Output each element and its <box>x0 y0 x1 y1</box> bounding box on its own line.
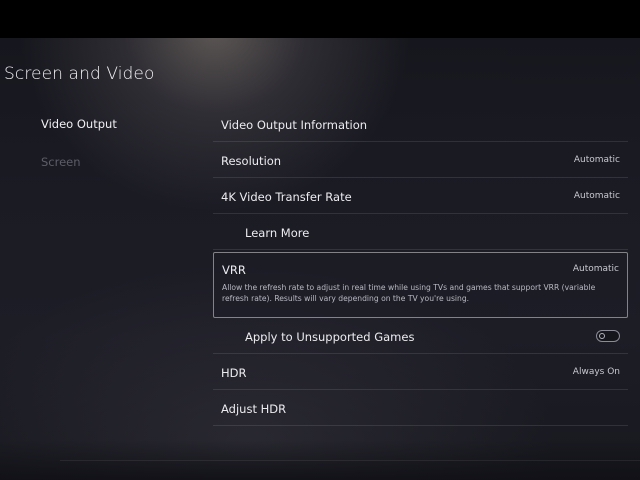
bottom-divider <box>60 460 640 461</box>
apply-unsupported-games-label: Apply to Unsupported Games <box>245 330 415 344</box>
sidebar: Video Output Screen <box>41 116 191 192</box>
apply-unsupported-games-row[interactable]: Apply to Unsupported Games <box>213 318 628 354</box>
resolution-row[interactable]: Resolution Automatic <box>213 142 628 178</box>
sidebar-item-screen[interactable]: Screen <box>41 154 191 192</box>
toggle-switch-icon[interactable] <box>596 330 620 342</box>
adjust-hdr-label: Adjust HDR <box>221 402 287 416</box>
vrr-description: Allow the refresh rate to adjust in real… <box>222 283 596 303</box>
vrr-value: Automatic <box>572 264 619 274</box>
vrr-label: VRR <box>222 263 246 277</box>
resolution-label: Resolution <box>221 154 282 168</box>
adjust-hdr-row[interactable]: Adjust HDR <box>213 390 628 426</box>
transfer-rate-label: 4K Video Transfer Rate <box>221 190 352 204</box>
hdr-row[interactable]: HDR Always On <box>213 354 628 390</box>
video-output-information-row[interactable]: Video Output Information <box>213 106 628 142</box>
vrr-row[interactable]: VRR Automatic Allow the refresh rate to … <box>213 252 628 318</box>
resolution-value: Automatic <box>573 155 620 165</box>
toggle-knob <box>599 333 605 339</box>
transfer-rate-value: Automatic <box>573 191 620 201</box>
hdr-value: Always On <box>572 367 620 377</box>
top-bar <box>0 0 640 38</box>
hdr-label: HDR <box>221 366 247 380</box>
video-output-information-label: Video Output Information <box>221 118 368 132</box>
settings-list: Video Output Information Resolution Auto… <box>213 106 628 426</box>
learn-more-row[interactable]: Learn More <box>213 214 628 250</box>
learn-more-label: Learn More <box>245 226 310 240</box>
page-title: Screen and Video <box>4 64 155 84</box>
sidebar-item-video-output[interactable]: Video Output <box>41 116 191 154</box>
transfer-rate-row[interactable]: 4K Video Transfer Rate Automatic <box>213 178 628 214</box>
